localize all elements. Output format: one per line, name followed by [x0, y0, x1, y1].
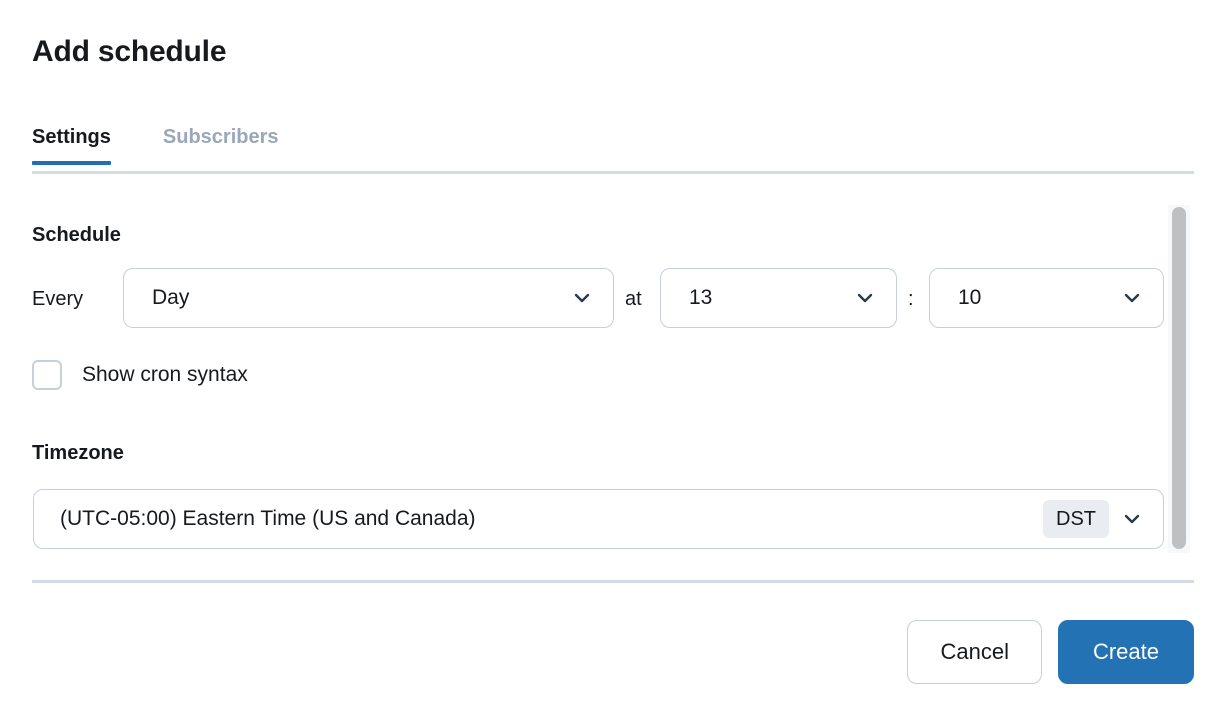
tab-subscribers[interactable]: Subscribers	[163, 124, 279, 164]
hour-select-value: 13	[689, 286, 713, 309]
timezone-select-value: (UTC-05:00) Eastern Time (US and Canada)	[60, 507, 476, 530]
dst-badge: DST	[1043, 500, 1109, 538]
show-cron-syntax-checkbox[interactable]: Show cron syntax	[32, 358, 248, 392]
chevron-down-icon	[1115, 502, 1149, 536]
checkbox-indicator[interactable]	[32, 360, 62, 390]
create-button[interactable]: Create	[1057, 620, 1194, 684]
chevron-down-icon	[1115, 281, 1149, 315]
hour-select[interactable]: 13	[660, 268, 897, 328]
timezone-select[interactable]: (UTC-05:00) Eastern Time (US and Canada)…	[33, 489, 1164, 549]
tab-bar-divider	[32, 171, 1194, 174]
scrollbar-thumb[interactable]	[1172, 207, 1186, 549]
at-label: at	[625, 288, 642, 310]
footer-actions: Cancel Create	[907, 620, 1194, 684]
chevron-down-icon	[848, 281, 882, 315]
frequency-select-value: Day	[152, 286, 190, 309]
every-label: Every	[32, 288, 84, 310]
footer-divider	[32, 580, 1194, 583]
tab-bar: Settings Subscribers	[32, 124, 1194, 174]
schedule-section-heading: Schedule	[32, 224, 121, 246]
time-separator-label: :	[908, 288, 914, 310]
minute-select[interactable]: 10	[929, 268, 1164, 328]
timezone-section-heading: Timezone	[32, 442, 124, 464]
frequency-select[interactable]: Day	[123, 268, 614, 328]
minute-select-value: 10	[958, 286, 982, 309]
tab-settings[interactable]: Settings	[32, 124, 111, 165]
chevron-down-icon	[565, 281, 599, 315]
show-cron-syntax-label: Show cron syntax	[82, 363, 248, 386]
tab-strip: Settings Subscribers	[32, 124, 1194, 168]
cancel-button[interactable]: Cancel	[907, 620, 1042, 684]
page-title: Add schedule	[32, 35, 227, 68]
settings-panel: Schedule Every Day at 13 : 10 Show cron …	[0, 196, 1226, 560]
